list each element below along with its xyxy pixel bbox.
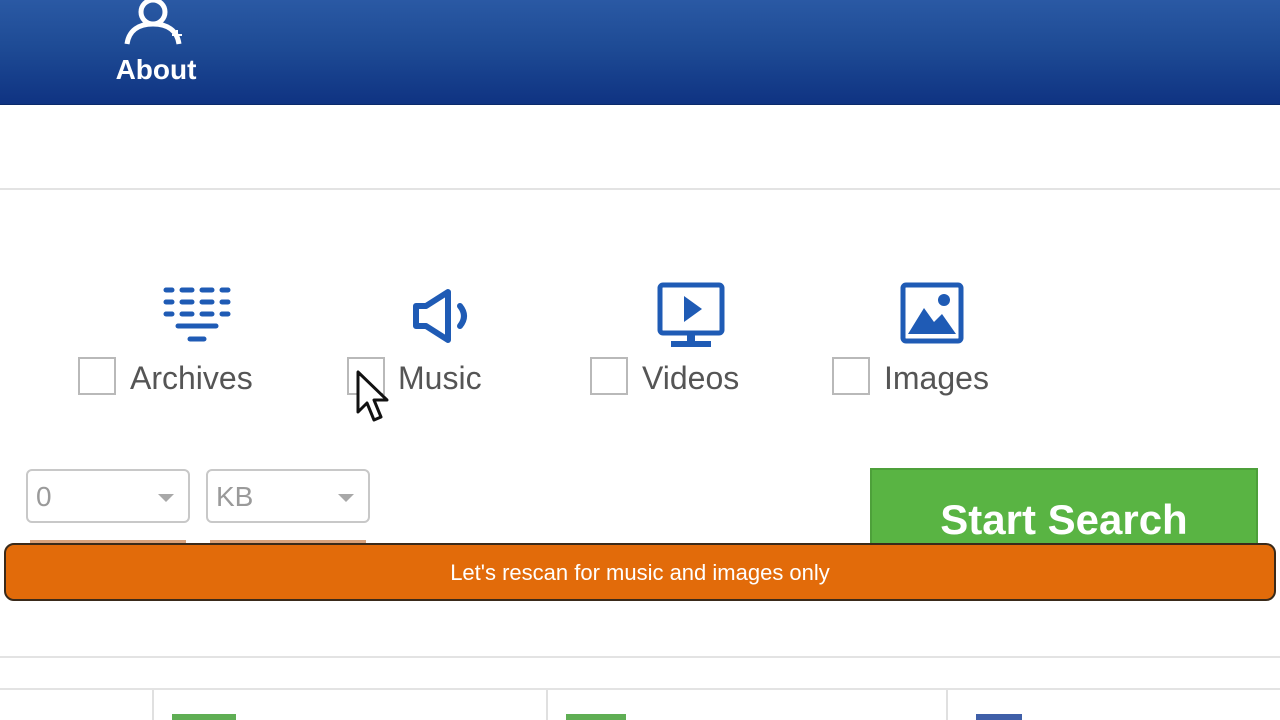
divider-top xyxy=(0,188,1280,190)
chevron-down-icon xyxy=(338,494,354,502)
chevron-down-icon xyxy=(158,494,174,502)
user-icon xyxy=(124,0,182,45)
images-checkbox[interactable] xyxy=(832,357,870,395)
size-unit-select[interactable]: KB xyxy=(206,469,370,523)
size-unit: KB xyxy=(216,481,254,512)
top-toolbar: About xyxy=(0,0,1280,105)
tutorial-caption: Let's rescan for music and images only xyxy=(4,543,1276,601)
column-separator xyxy=(152,690,154,720)
archives-icon xyxy=(163,287,231,342)
start-search-label: Start Search xyxy=(940,496,1188,543)
archives-label: Archives xyxy=(130,360,253,396)
column-separator xyxy=(946,690,948,720)
divider-results xyxy=(0,688,1280,690)
mouse-cursor-icon xyxy=(356,370,389,422)
archives-checkbox[interactable] xyxy=(78,357,116,395)
size-value: 0 xyxy=(36,481,52,512)
result-thumbnail xyxy=(566,714,626,720)
image-icon xyxy=(900,282,964,344)
result-thumbnail xyxy=(172,714,236,720)
about-button[interactable]: About xyxy=(108,0,204,100)
images-label: Images xyxy=(884,360,989,396)
video-monitor-icon xyxy=(657,282,725,347)
result-thumbnail xyxy=(976,714,1022,720)
about-label: About xyxy=(115,54,197,85)
divider-bottom xyxy=(0,656,1280,658)
start-search-button[interactable]: Start Search xyxy=(870,468,1258,546)
videos-label: Videos xyxy=(642,360,740,396)
videos-checkbox[interactable] xyxy=(590,357,628,395)
caption-text: Let's rescan for music and images only xyxy=(450,560,830,585)
speaker-icon xyxy=(413,289,467,343)
column-separator xyxy=(546,690,548,720)
size-value-select[interactable]: 0 xyxy=(26,469,190,523)
music-label: Music xyxy=(398,360,482,396)
